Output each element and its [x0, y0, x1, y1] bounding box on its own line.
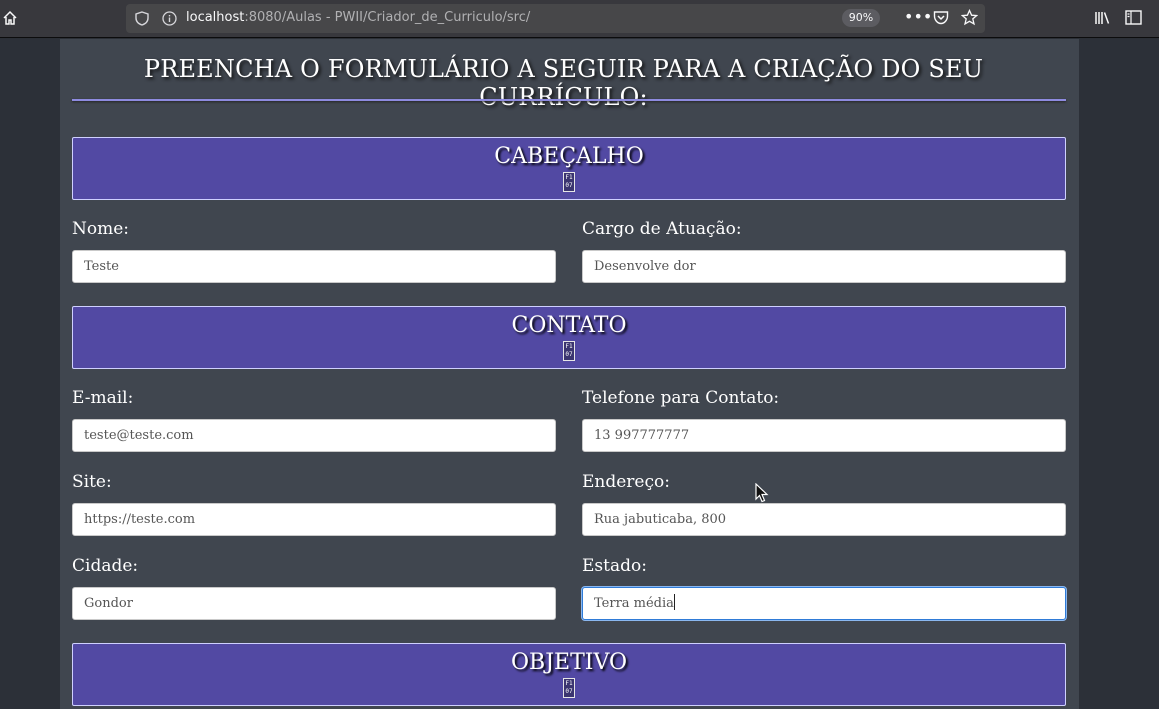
nome-label: Nome:	[72, 219, 130, 239]
telefone-input[interactable]: 13 997777777	[582, 419, 1066, 452]
estado-value: Terra média	[594, 596, 674, 611]
section-header-contato: CONTATO F1 07	[72, 306, 1066, 369]
page-viewport: PREENCHA O FORMULÁRIO A SEGUIR PARA A CR…	[0, 39, 1159, 709]
mouse-pointer-icon	[755, 483, 769, 503]
email-input[interactable]: teste@teste.com	[72, 419, 556, 452]
glyph-line: 07	[565, 351, 573, 358]
section-header-cabecalho: CABEÇALHO F1 07	[72, 137, 1066, 200]
shield-icon[interactable]	[135, 11, 149, 26]
info-icon[interactable]	[162, 11, 177, 26]
telefone-label: Telefone para Contato:	[582, 388, 780, 408]
email-label: E-mail:	[72, 388, 134, 408]
form-container: PREENCHA O FORMULÁRIO A SEGUIR PARA A CR…	[60, 39, 1079, 709]
section-title-objetivo: OBJETIVO	[511, 650, 627, 675]
cidade-label: Cidade:	[72, 556, 139, 576]
section-glyph-icon: F1 07	[563, 678, 575, 698]
cargo-label: Cargo de Atuação:	[582, 219, 742, 239]
zoom-badge[interactable]: 90%	[842, 9, 880, 27]
pocket-icon[interactable]	[933, 10, 949, 25]
site-label: Site:	[72, 472, 112, 492]
sidebar-icon[interactable]	[1125, 10, 1142, 25]
page-title: PREENCHA O FORMULÁRIO A SEGUIR PARA A CR…	[143, 55, 984, 111]
nome-input[interactable]: Teste	[72, 250, 556, 283]
url-host: localhost	[186, 10, 245, 25]
star-icon[interactable]	[961, 9, 978, 26]
browser-toolbar: localhost:8080/Aulas - PWII/Criador_de_C…	[0, 0, 1159, 38]
more-icon[interactable]: •••	[904, 9, 932, 25]
estado-label: Estado:	[582, 556, 647, 576]
section-header-objetivo: OBJETIVO F1 07	[72, 643, 1066, 706]
title-divider	[72, 99, 1066, 101]
cidade-input[interactable]: Gondor	[72, 587, 556, 620]
home-icon[interactable]	[2, 10, 18, 26]
cargo-input[interactable]: Desenvolve dor	[582, 250, 1066, 283]
glyph-line: F1	[565, 343, 573, 350]
glyph-line: F1	[565, 680, 573, 687]
section-glyph-icon: F1 07	[563, 172, 575, 192]
section-title-cabecalho: CABEÇALHO	[494, 144, 644, 169]
url-text[interactable]: localhost:8080/Aulas - PWII/Criador_de_C…	[186, 10, 530, 25]
glyph-line: 07	[565, 688, 573, 695]
glyph-line: 07	[565, 182, 573, 189]
endereco-label: Endereço:	[582, 472, 670, 492]
site-input[interactable]: https://teste.com	[72, 503, 556, 536]
section-title-contato: CONTATO	[511, 313, 627, 338]
url-path: :8080/Aulas - PWII/Criador_de_Curriculo/…	[244, 10, 531, 25]
text-caret	[673, 594, 675, 610]
estado-input[interactable]: Terra média	[582, 587, 1066, 620]
glyph-line: F1	[565, 174, 573, 181]
library-icon[interactable]	[1094, 10, 1111, 26]
endereco-input[interactable]: Rua jabuticaba, 800	[582, 503, 1066, 536]
section-glyph-icon: F1 07	[563, 341, 575, 361]
